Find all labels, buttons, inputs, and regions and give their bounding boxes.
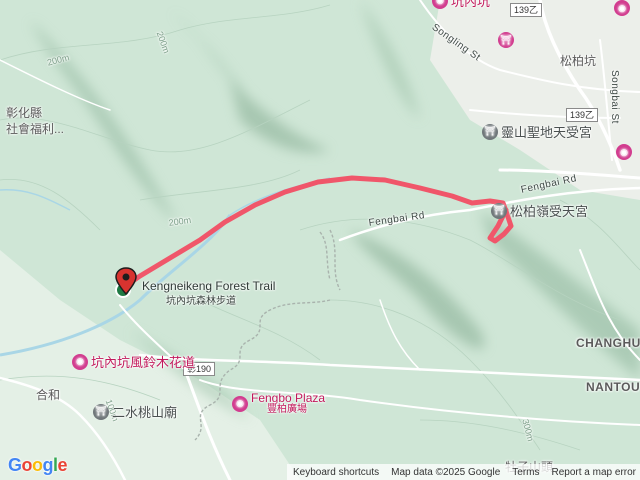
poi-top-cut-label: 坑內坑 [451, 0, 491, 9]
temple-icon: ⛩ [491, 202, 507, 219]
camera-icon: ◉ [616, 144, 632, 160]
trail-label-en: Kengneikeng Forest Trail [142, 279, 276, 293]
route-shield-139: 139乙 [510, 3, 543, 17]
temple-icon: ⛩ [482, 123, 498, 140]
place-changhua-social-line1: 彰化縣 [6, 106, 43, 120]
poi-lingshan-temple[interactable]: ⛩ 靈山聖地天受宮 [482, 122, 592, 141]
camera-icon: ◉ [432, 0, 448, 9]
poi-label: 坑內坑風鈴木花道 [91, 355, 196, 370]
report-error-link[interactable]: Report a map error [552, 467, 636, 478]
route-start-marker-icon[interactable] [111, 266, 141, 302]
poi-top-right-temple[interactable]: ⛩ [498, 32, 514, 48]
temple-icon: ⛩ [498, 32, 514, 48]
poi-fengbo-plaza[interactable]: ◉ Fengbo Plaza 豐柏廣場 [232, 392, 325, 415]
temple-icon: ⛩ [93, 403, 109, 420]
camera-icon: ◉ [232, 395, 248, 412]
poi-label: 二水桃山廟 [112, 405, 178, 420]
camera-icon: ◉ [614, 0, 630, 16]
poi-songbailing-temple[interactable]: ⛩ 松柏嶺受天宮 [491, 201, 588, 220]
route-shield-139: 139乙 [566, 108, 599, 122]
poi-label: 靈山聖地天受宮 [501, 125, 593, 140]
keyboard-shortcuts-link[interactable]: Keyboard shortcuts [293, 467, 379, 478]
poi-top-cut[interactable]: ◉ 坑內坑 [432, 0, 490, 10]
place-songbai-keng: 松柏坑 [560, 54, 597, 68]
poi-kengnei-flower-trail[interactable]: ◉ 坑內坑風鈴木花道 [72, 352, 195, 371]
place-nantou: NANTOU [586, 380, 640, 394]
place-hehe: 合和 [36, 388, 61, 402]
poi-top-right-attraction[interactable]: ◉ [614, 0, 630, 16]
attribution-bar: Keyboard shortcuts Map data ©2025 Google… [286, 464, 640, 480]
road-label-songbai: Songbai St [609, 70, 620, 124]
trail-label-cn: 坑內坑森林步道 [166, 296, 236, 307]
poi-right-edge[interactable]: ◉ [616, 144, 632, 160]
map-canvas[interactable]: ◉ 坑內坑 ◉ 139乙 139乙 彰190 Songling St Songb… [0, 0, 640, 480]
google-logo: Google [8, 455, 68, 475]
camera-icon: ◉ [72, 353, 88, 370]
poi-label: 松柏嶺受天宮 [510, 204, 589, 219]
poi-ershui-temple[interactable]: ⛩ 二水桃山廟 [93, 402, 177, 421]
place-changhua-social-line2: 社會福利... [6, 122, 65, 136]
map-data-text: Map data ©2025 Google [391, 466, 501, 478]
terms-link[interactable]: Terms [512, 467, 539, 478]
poi-label-en: Fengbo Plaza [251, 391, 326, 405]
poi-label-cn: 豐柏廣場 [267, 403, 307, 415]
place-changhu: CHANGHU [576, 336, 640, 350]
